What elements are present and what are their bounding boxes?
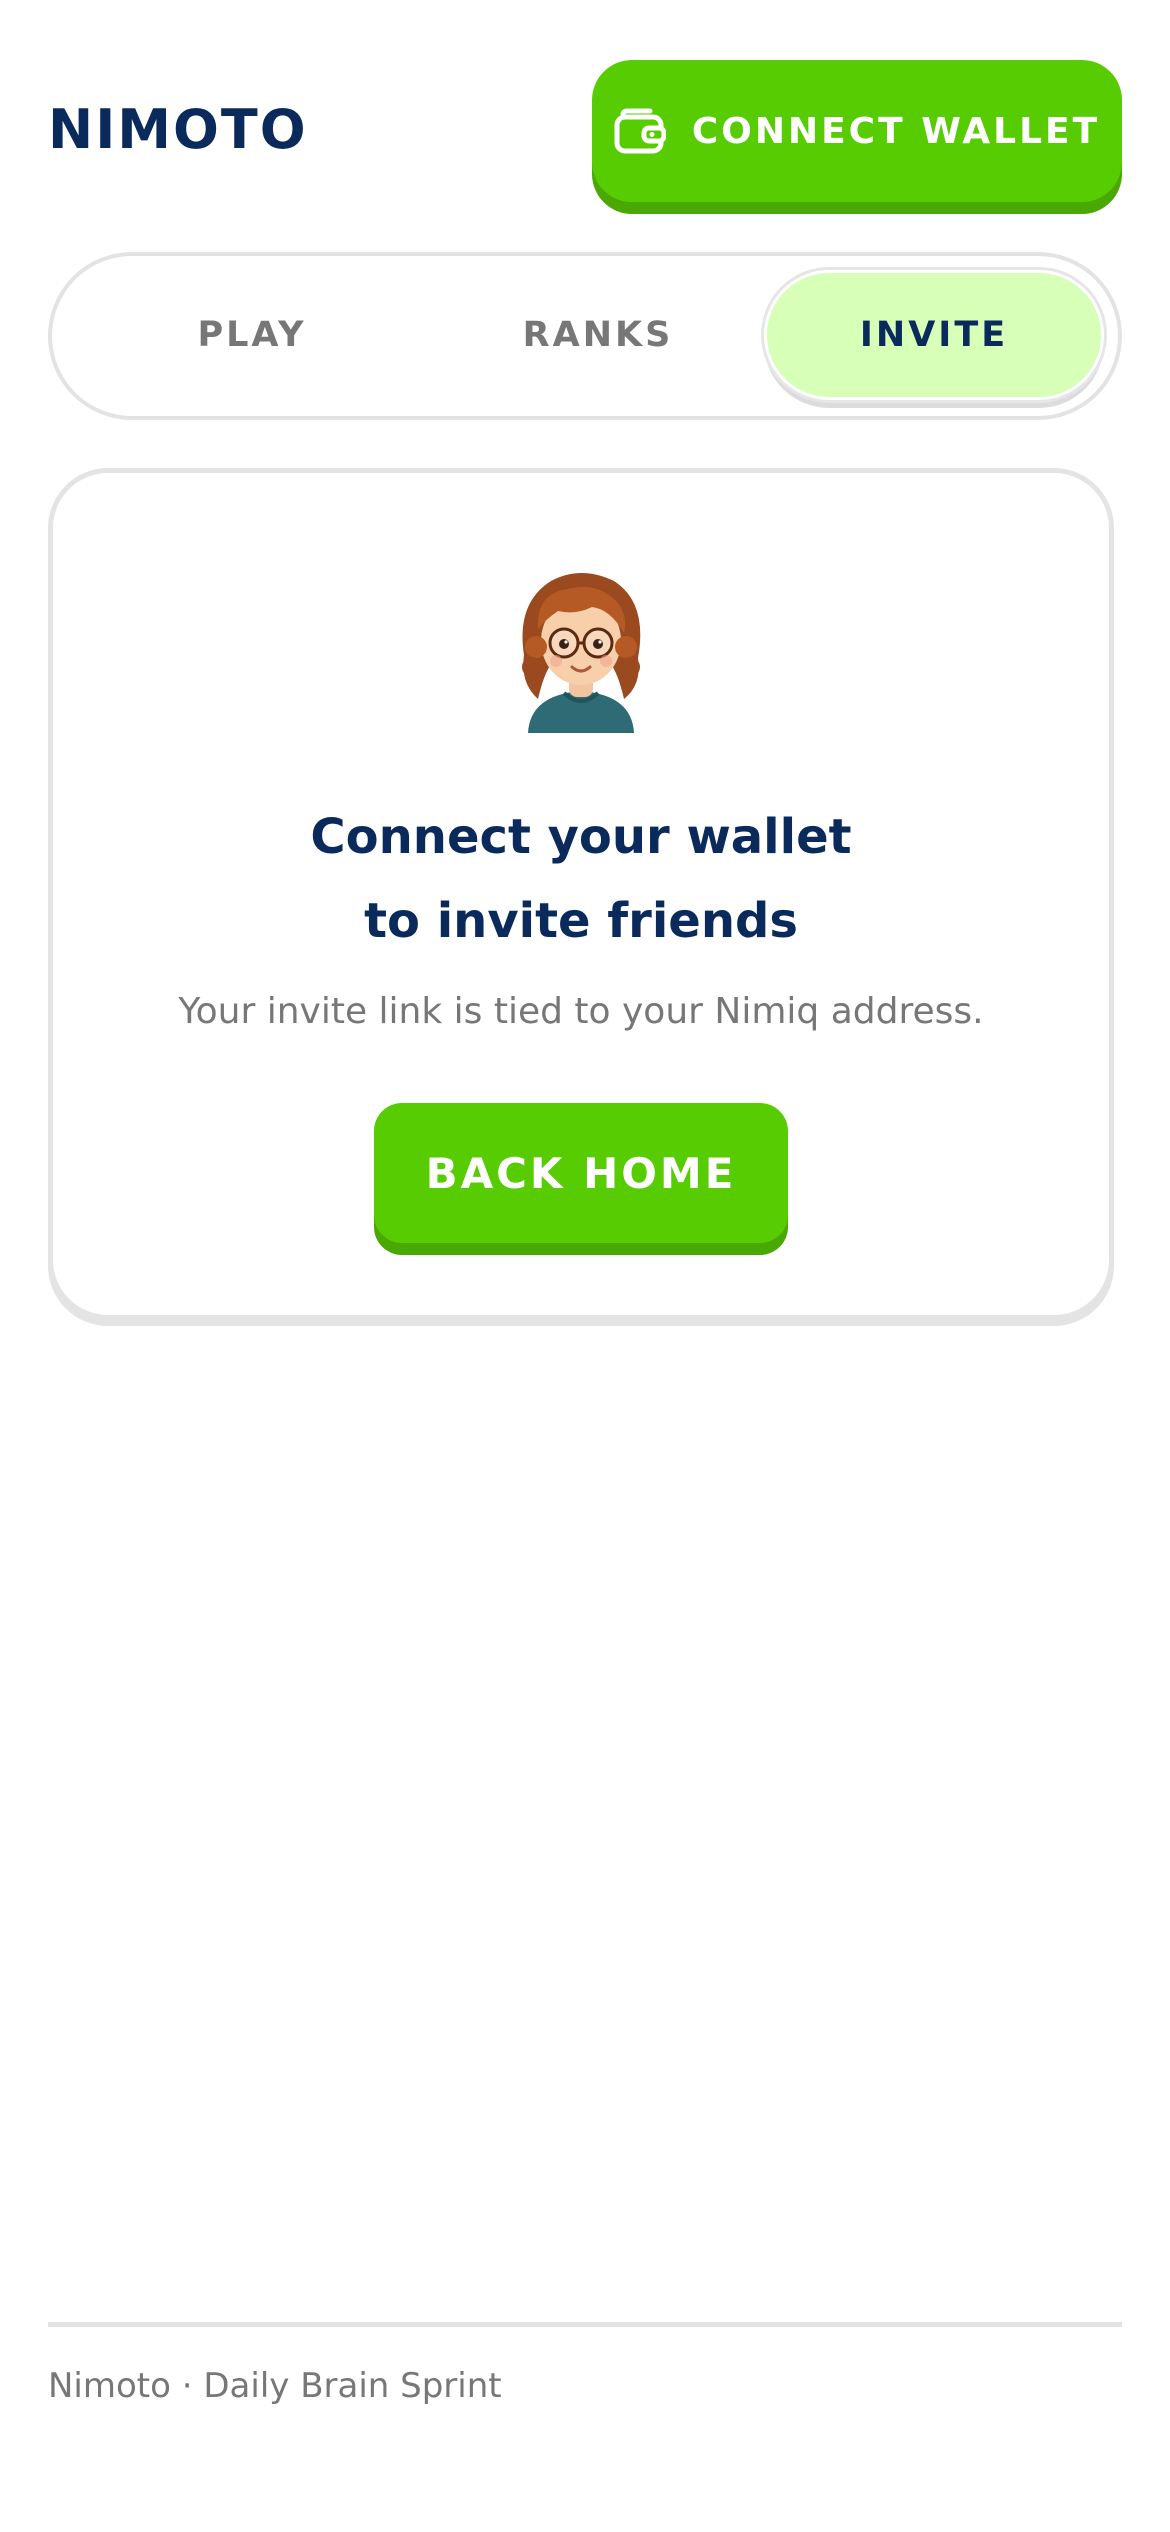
invite-card: Connect your wallet to invite friends Yo… (48, 468, 1114, 1320)
card-title: Connect your wallet to invite friends (53, 795, 1109, 963)
tab-ranks[interactable]: RANKS (438, 270, 758, 400)
avatar-icon (506, 563, 656, 733)
footer-text: Nimoto · Daily Brain Sprint (48, 2366, 502, 2406)
app-header: NIMOTO CONNECT WALLET (48, 60, 1122, 214)
card-title-line-2: to invite friends (364, 893, 798, 949)
tab-play[interactable]: PLAY (92, 270, 412, 400)
back-home-button[interactable]: BACK HOME (374, 1103, 788, 1243)
card-subtitle: Your invite link is tied to your Nimiq a… (178, 991, 984, 1032)
card-title-line-1: Connect your wallet (310, 809, 852, 865)
connect-wallet-label: CONNECT WALLET (691, 110, 1101, 152)
wallet-icon (614, 108, 666, 154)
footer-divider (48, 2322, 1122, 2327)
connect-wallet-button[interactable]: CONNECT WALLET (592, 60, 1122, 202)
tab-bar: PLAY RANKS INVITE (48, 252, 1122, 420)
app-logo[interactable]: NIMOTO (48, 98, 308, 161)
tab-invite[interactable]: INVITE (764, 270, 1104, 400)
